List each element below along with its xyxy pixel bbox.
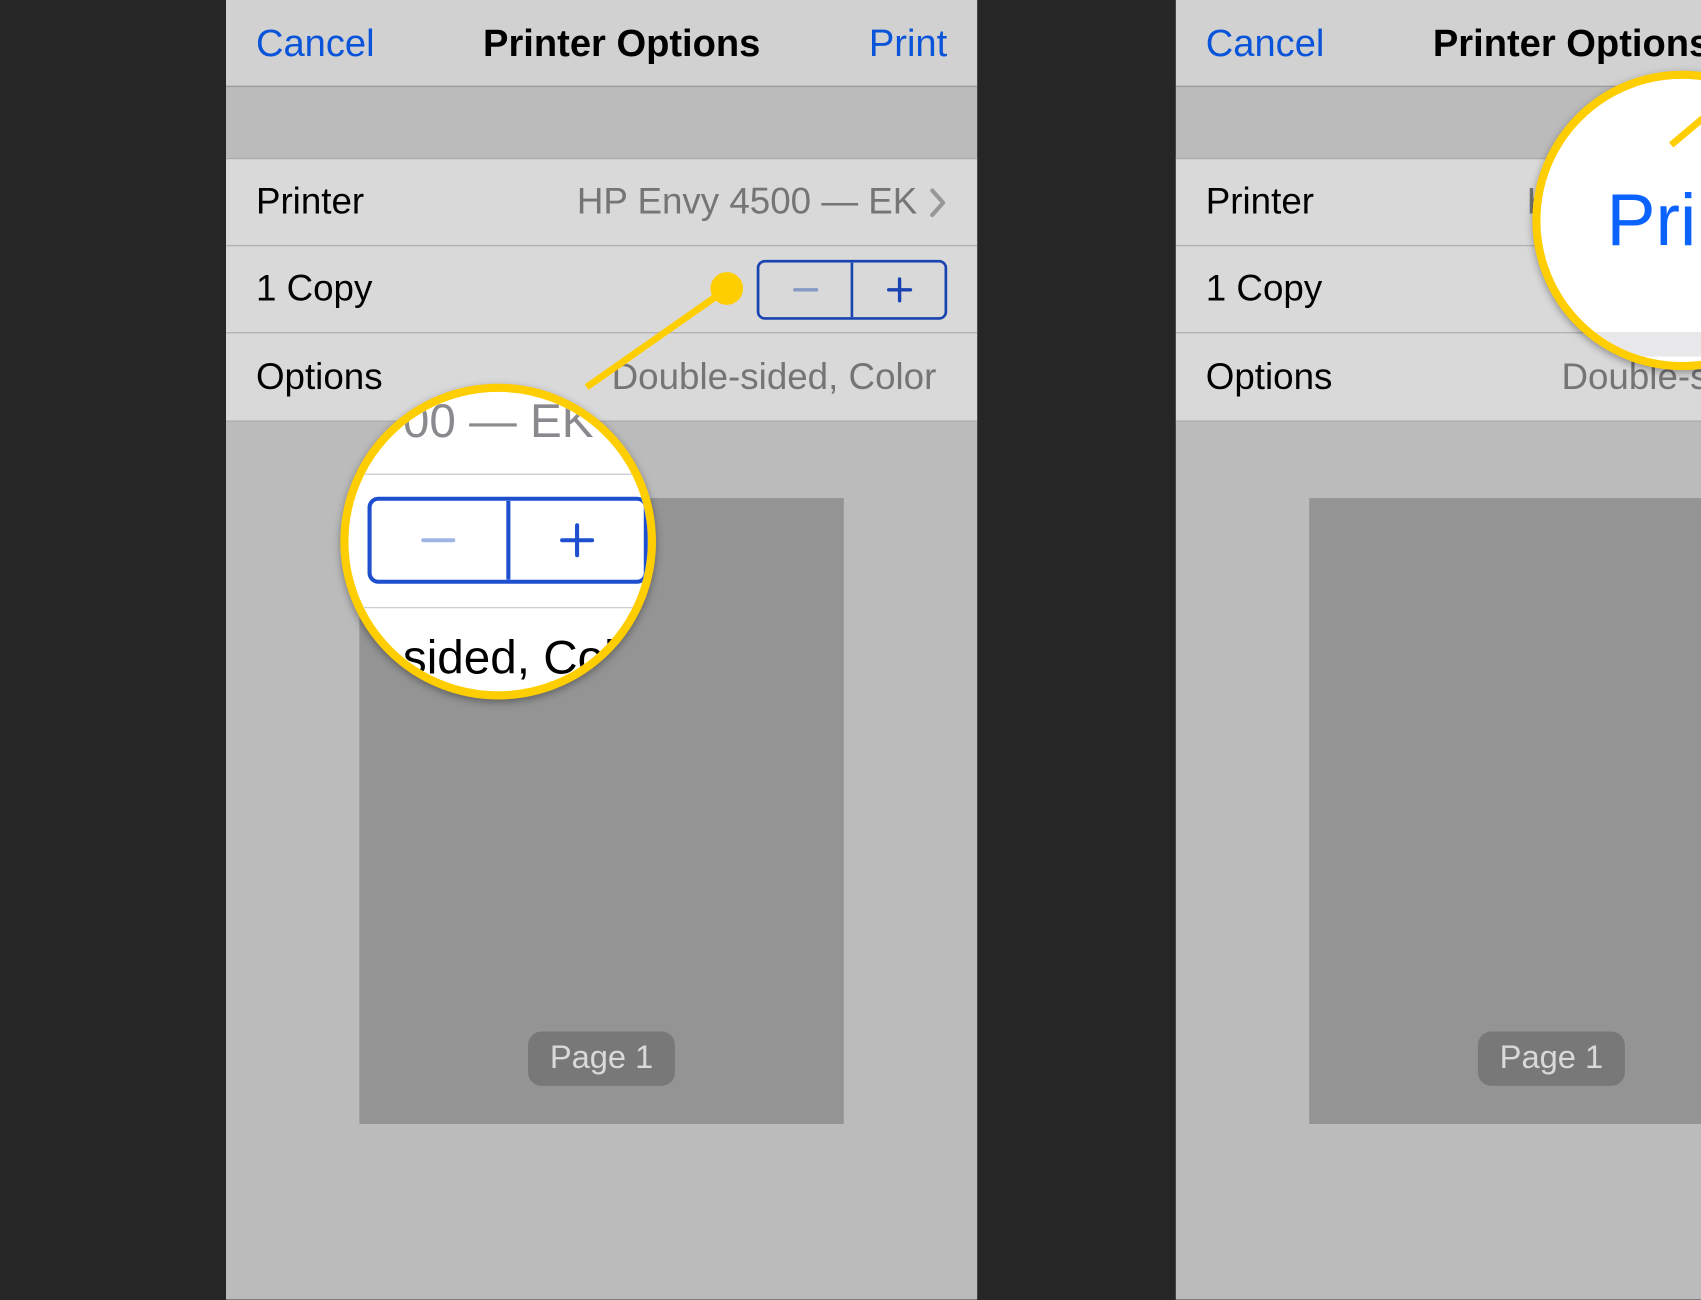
- screenshot-left: Cancel Printer Options Print Printer HP …: [226, 0, 977, 1300]
- copies-row: 1 Copy: [226, 246, 977, 333]
- printer-row[interactable]: Printer HP Envy 4500 — EK: [226, 159, 977, 246]
- print-button[interactable]: Print: [868, 21, 946, 65]
- magnified-options-text: sided, Col: [402, 631, 614, 685]
- magnified-plus-icon: [509, 501, 643, 580]
- options-value: Double-sided, Color: [611, 356, 936, 398]
- magnified-stepper: [367, 497, 647, 584]
- page-number-badge: Page 1: [528, 1031, 675, 1085]
- cancel-button[interactable]: Cancel: [1205, 21, 1324, 65]
- magnified-printer-text: 00 — EK: [402, 395, 593, 449]
- copies-label: 1 Copy: [1205, 268, 1321, 310]
- preview-area: Page 1: [1175, 422, 1701, 1124]
- navbar: Cancel Printer Options Print: [226, 0, 977, 87]
- printer-label: Printer: [1205, 181, 1313, 223]
- page-title: Printer Options: [483, 21, 760, 65]
- printer-label: Printer: [255, 181, 363, 223]
- page-number-badge: Page 1: [1477, 1031, 1624, 1085]
- copies-label: 1 Copy: [255, 268, 371, 310]
- copies-minus-button[interactable]: [759, 262, 850, 316]
- callout-dot: [710, 272, 743, 305]
- content-area: Printer HP Envy 4500 — EK 1 Copy: [226, 87, 977, 1299]
- cancel-button[interactable]: Cancel: [255, 21, 374, 65]
- chevron-right-icon: [928, 187, 947, 217]
- copies-plus-button[interactable]: [853, 262, 944, 316]
- settings-list: Printer HP Envy 4500 — EK 1 Copy: [226, 158, 977, 422]
- magnifier-circle: Print: [1532, 71, 1701, 370]
- page-title: Printer Options: [1432, 21, 1701, 65]
- magnified-minus-icon: [371, 501, 505, 580]
- magnified-print-text: Print: [1606, 178, 1701, 262]
- navbar: Cancel Printer Options Print: [1175, 0, 1701, 87]
- copies-stepper: [756, 259, 947, 319]
- page-thumbnail[interactable]: Page 1: [1309, 498, 1701, 1124]
- printer-value: HP Envy 4500 — EK: [576, 181, 916, 223]
- options-label: Options: [1205, 356, 1332, 398]
- screenshot-right: Cancel Printer Options Print Printer HP …: [1175, 0, 1701, 1300]
- magnifier-circle: 00 — EK sided, Col: [340, 384, 656, 700]
